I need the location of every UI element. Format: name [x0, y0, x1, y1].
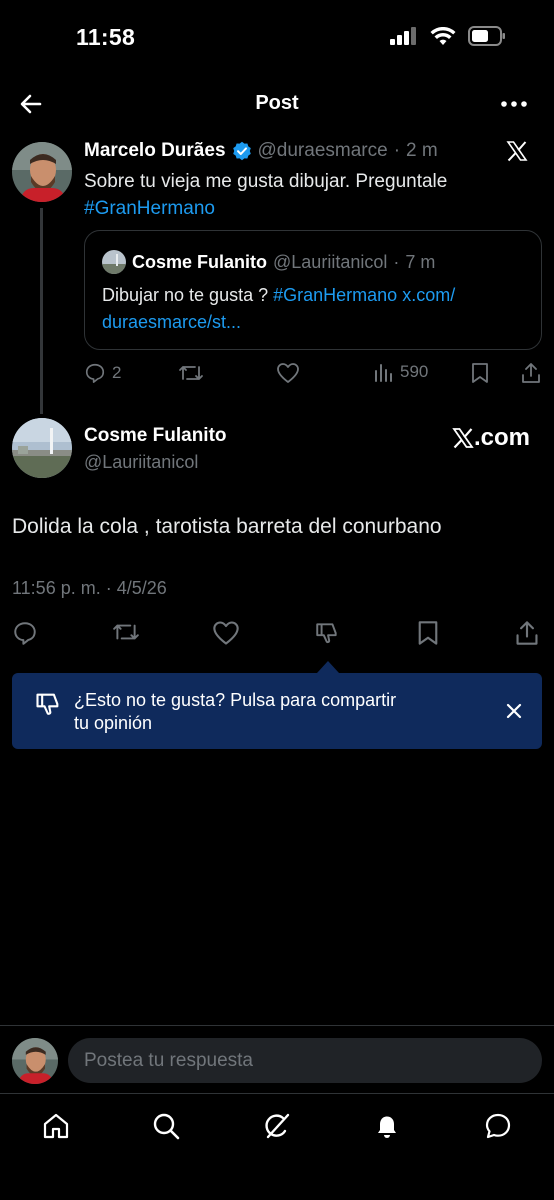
- hashtag-link[interactable]: #GranHermano: [84, 198, 215, 219]
- status-time: 11:58: [76, 24, 136, 50]
- quoted-post-time: 7 m: [405, 251, 436, 272]
- quoted-author-name: Cosme Fulanito: [132, 251, 268, 272]
- post-text: Dolida la cola , tarotista barreta del c…: [12, 515, 442, 538]
- quoted-post-header: Cosme Fulanito @Lauriitanicol · 7 m: [102, 250, 435, 274]
- avatar[interactable]: [12, 418, 72, 478]
- reply-button[interactable]: 2: [84, 362, 121, 384]
- grok-icon: [265, 1113, 290, 1139]
- views-button[interactable]: 590: [374, 362, 428, 382]
- share-icon: [522, 363, 540, 383]
- bookmark-button[interactable]: [470, 362, 490, 384]
- author-handle[interactable]: @duraesmarce: [258, 140, 388, 162]
- avatar: [12, 1038, 58, 1084]
- repost-button[interactable]: [112, 620, 140, 644]
- tooltip-text-line1: ¿Esto no te gusta? Pulsa para compartir: [74, 690, 397, 710]
- views-icon: [375, 364, 392, 382]
- url-link-cont[interactable]: duraesmarce/st...: [102, 312, 241, 332]
- separator-dot: ·: [393, 251, 400, 272]
- author-handle[interactable]: @Lauriitanicol: [84, 452, 198, 473]
- messages-icon: [485, 1113, 511, 1139]
- share-icon: [516, 621, 538, 645]
- thread-line: [40, 208, 43, 414]
- like-button[interactable]: [212, 620, 240, 646]
- thumbs-down-icon: [316, 623, 337, 644]
- divider: [0, 1025, 554, 1026]
- post-actions: [12, 620, 542, 648]
- watermark-text: .com: [473, 424, 530, 451]
- author-name[interactable]: Marcelo Durães: [84, 140, 226, 162]
- reply-icon: [85, 363, 105, 383]
- avatar: [102, 250, 126, 274]
- avatar[interactable]: [12, 142, 72, 202]
- reply-icon: [14, 622, 36, 645]
- bottom-nav: [0, 1106, 554, 1146]
- reply-count: 2: [112, 363, 122, 382]
- repost-icon: [113, 624, 139, 640]
- battery-icon: [468, 26, 506, 46]
- reply-button[interactable]: [12, 620, 38, 646]
- close-tooltip-button[interactable]: [502, 699, 526, 723]
- post-time[interactable]: 2 m: [406, 140, 438, 162]
- quoted-author-handle: @Lauriitanicol: [273, 251, 388, 272]
- url-link[interactable]: x.com/: [402, 285, 455, 305]
- heart-icon: [213, 621, 239, 645]
- page-title: Post: [255, 92, 299, 114]
- signal-icon: [390, 27, 418, 45]
- separator-dot: ·: [393, 140, 401, 161]
- repost-icon: [179, 366, 203, 380]
- nav-search[interactable]: [146, 1106, 186, 1146]
- views-count: 590: [400, 362, 429, 381]
- home-icon: [43, 1113, 69, 1139]
- post-text: Sobre tu vieja me gusta dibujar. Pregunt…: [84, 168, 504, 222]
- repost-button[interactable]: [178, 362, 204, 384]
- post-header: Marcelo Durães @duraesmarce · 2 m: [84, 140, 438, 162]
- x-com-watermark: .com: [452, 424, 530, 452]
- more-icon: [501, 101, 527, 107]
- bookmark-button[interactable]: [416, 620, 440, 646]
- quoted-post-text: Dibujar no te gusta ? #GranHermano x.com…: [102, 282, 522, 336]
- post-text-body: Sobre tu vieja me gusta dibujar. Pregunt…: [84, 171, 448, 192]
- author-name[interactable]: Cosme Fulanito: [84, 425, 227, 447]
- tooltip-text-line2: tu opinión: [74, 713, 153, 733]
- nav-messages[interactable]: [478, 1106, 518, 1146]
- notifications-icon: [378, 1116, 396, 1138]
- quoted-text-body: Dibujar no te gusta ?: [102, 285, 269, 305]
- wifi-icon: [430, 26, 456, 46]
- tooltip-text: ¿Esto no te gusta? Pulsa para compartir …: [74, 689, 464, 735]
- reply-input[interactable]: [68, 1038, 542, 1083]
- bookmark-icon: [472, 363, 488, 383]
- more-button[interactable]: [500, 94, 528, 114]
- status-icons: [390, 26, 506, 46]
- x-logo-icon: [506, 140, 528, 162]
- tooltip-arrow: [317, 661, 339, 673]
- hashtag-link[interactable]: #GranHermano: [273, 285, 397, 305]
- thumbs-down-icon: [34, 690, 62, 718]
- search-icon: [153, 1113, 180, 1140]
- dislike-button[interactable]: [314, 620, 340, 646]
- divider: [0, 1093, 554, 1094]
- nav-grok[interactable]: [257, 1106, 297, 1146]
- x-logo-icon: [452, 428, 474, 449]
- post-actions: 2 590: [84, 362, 544, 386]
- share-button[interactable]: [520, 362, 542, 384]
- verified-badge-icon: [232, 141, 252, 161]
- post-timestamp[interactable]: 11:56 p. m. · 4/5/26: [12, 578, 167, 599]
- heart-icon: [277, 363, 299, 383]
- nav-notifications[interactable]: [367, 1106, 407, 1146]
- like-button[interactable]: [276, 362, 300, 384]
- close-icon: [506, 703, 522, 719]
- nav-home[interactable]: [36, 1106, 76, 1146]
- share-button[interactable]: [514, 620, 540, 646]
- bookmark-icon: [418, 621, 438, 645]
